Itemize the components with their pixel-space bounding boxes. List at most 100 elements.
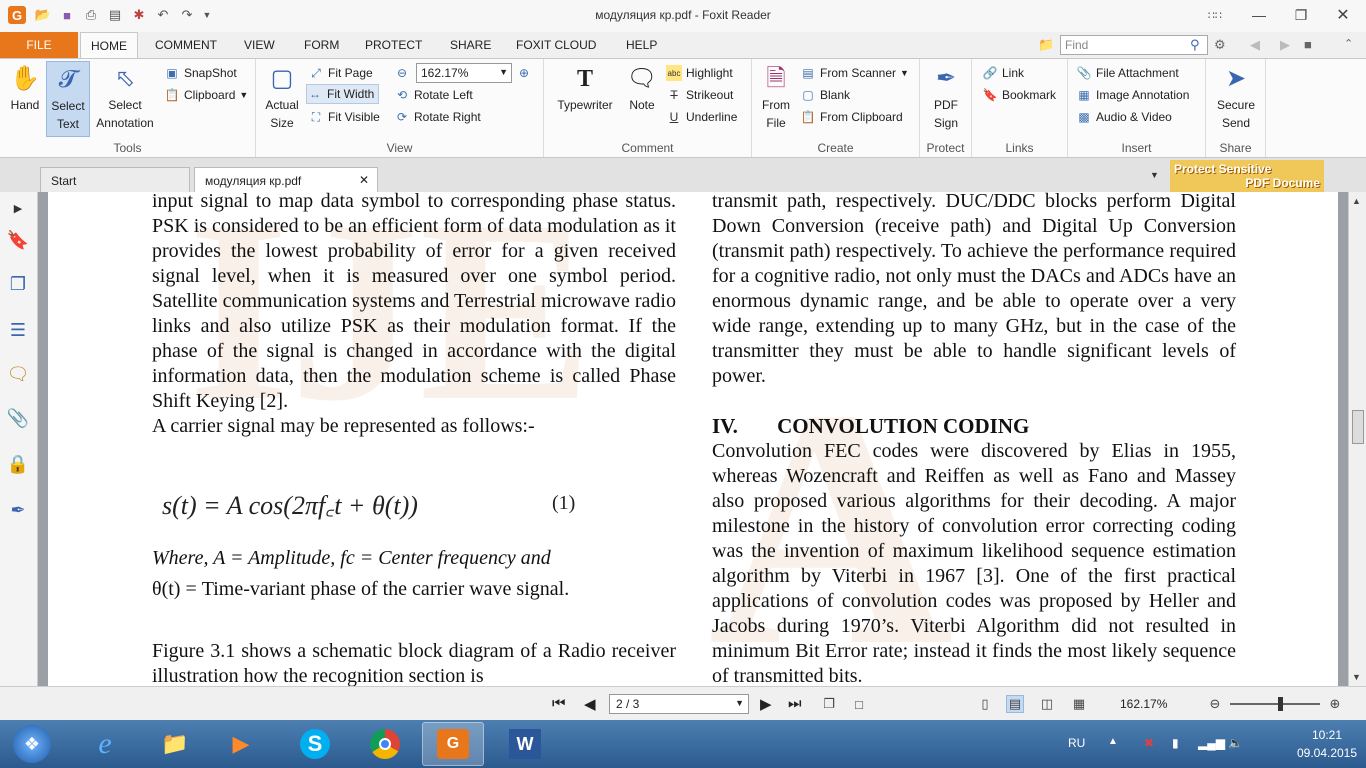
previous-view-icon[interactable]: ❐ (820, 695, 838, 713)
zoom-slider[interactable] (1230, 697, 1320, 711)
zoom-out-icon[interactable]: ⊖ (1206, 695, 1224, 713)
signature-icon[interactable]: ✒ (6, 498, 30, 522)
rotate-left-button[interactable]: ⟲ Rotate Left (394, 85, 473, 105)
collapse-ribbon-icon[interactable]: ⌃ (1344, 37, 1353, 50)
scroll-down-icon[interactable]: ▼ (1352, 672, 1361, 682)
search-icon[interactable]: ⚲ (1190, 37, 1200, 53)
tab-share[interactable]: SHARE (440, 32, 501, 58)
volume-icon[interactable]: 🔈 (1228, 736, 1243, 750)
zoom-out-button[interactable]: ⊖ (394, 63, 414, 83)
clock[interactable]: 10:21 09.04.2015 (1294, 726, 1360, 762)
vertical-scrollbar[interactable]: ▲ ▼ (1348, 192, 1366, 686)
secure-send-button[interactable]: ➤ Secure Send (1212, 61, 1260, 132)
user-icon[interactable]: ■ (1304, 37, 1312, 52)
blank-button[interactable]: ▢ Blank (800, 85, 850, 105)
select-text-button[interactable]: 𝓣 Select Text (46, 61, 90, 137)
next-result-icon[interactable]: ▶ (1280, 37, 1290, 53)
pdf-sign-button[interactable]: ✒ PDF Sign (926, 61, 966, 132)
tab-form[interactable]: FORM (294, 32, 349, 58)
skype-icon[interactable]: S (284, 722, 346, 766)
from-clipboard-button[interactable]: 📋 From Clipboard (800, 107, 903, 127)
document-viewport[interactable]: IJE A input signal to map data symbol to… (38, 192, 1348, 686)
continuous-page-icon[interactable]: ▤ (1006, 695, 1024, 713)
audio-video-button[interactable]: ▩ Audio & Video (1076, 107, 1172, 127)
next-page-icon[interactable]: ▶ (760, 695, 772, 713)
typewriter-button[interactable]: T Typewriter (550, 61, 620, 114)
zoom-in-button[interactable]: ⊕ (516, 63, 536, 83)
tab-comment[interactable]: COMMENT (145, 32, 227, 58)
zoom-slider-handle[interactable] (1278, 697, 1283, 711)
ribbon-display-icon[interactable]: ∷∷ (1202, 4, 1228, 26)
expand-panel-icon[interactable]: ▶ (6, 196, 30, 220)
chrome-icon[interactable] (354, 722, 416, 766)
hand-button[interactable]: ✋ Hand (6, 61, 44, 114)
link-button[interactable]: 🔗 Link (982, 63, 1025, 83)
zoom-select[interactable]: 162.17% ▼ (416, 63, 512, 83)
first-page-icon[interactable]: ⏮ (552, 695, 566, 712)
page-number-input[interactable]: 2 / 3 ▼ (609, 694, 749, 714)
fit-page-button[interactable]: ⤢ Fit Page (308, 63, 373, 83)
media-player-icon[interactable]: ▶ (210, 722, 272, 766)
facing-page-icon[interactable]: ◫ (1038, 695, 1056, 713)
start-button[interactable]: ❖ (4, 724, 60, 764)
image-annotation-button[interactable]: ▦ Image Annotation (1076, 85, 1189, 105)
ad-banner[interactable]: Protect Sensitive PDF Docume (1170, 160, 1324, 192)
scrollbar-thumb[interactable] (1352, 410, 1364, 444)
language-indicator[interactable]: RU (1068, 736, 1085, 750)
battery-icon[interactable]: ▮ (1172, 736, 1179, 750)
attachments-icon[interactable]: 📎 (6, 406, 30, 430)
from-scanner-button[interactable]: ▤ From Scanner ▼ (800, 63, 909, 83)
from-file-button[interactable]: 🗎 From File (758, 61, 794, 132)
minimize-button[interactable]: — (1246, 4, 1272, 26)
network-error-icon[interactable]: ✖ (1144, 736, 1154, 750)
prev-page-icon[interactable]: ◀ (584, 695, 596, 713)
prev-result-icon[interactable]: ◀ (1250, 37, 1260, 53)
file-attachment-button[interactable]: 📎 File Attachment (1076, 63, 1179, 83)
word-icon[interactable]: W (494, 722, 556, 766)
pages-icon[interactable]: ❐ (6, 272, 30, 296)
highlight-button[interactable]: abc Highlight (666, 63, 733, 83)
signal-icon[interactable]: ▂▄▆ (1198, 736, 1225, 750)
show-hidden-icons-icon[interactable]: ▲ (1108, 736, 1118, 747)
scroll-up-icon[interactable]: ▲ (1352, 196, 1361, 206)
gear-icon[interactable]: ⚙ (1214, 37, 1226, 53)
fit-visible-button[interactable]: ⛶ Fit Visible (308, 107, 380, 127)
bookmarks-icon[interactable]: 🔖 (6, 228, 30, 252)
snapshot-button[interactable]: ▣ SnapShot (164, 63, 236, 83)
comments-icon[interactable]: 🗨 (6, 362, 30, 386)
tab-home[interactable]: HOME (80, 32, 138, 58)
select-annotation-button[interactable]: ⬁ Select Annotation (92, 61, 158, 132)
rotate-right-button[interactable]: ⟳ Rotate Right (394, 107, 481, 127)
tab-list-dropdown-icon[interactable]: ▼ (1150, 170, 1159, 180)
actual-size-button[interactable]: ▢ Actual Size (262, 61, 302, 132)
bookmark-button[interactable]: 🔖 Bookmark (982, 85, 1057, 105)
file-tab[interactable]: FILE (0, 32, 78, 58)
pdf-page[interactable]: IJE A input signal to map data symbol to… (48, 192, 1338, 686)
restore-button[interactable]: ❐ (1288, 4, 1314, 26)
tab-document[interactable]: модуляция кр.pdf ✕ (194, 167, 378, 192)
tab-foxit-cloud[interactable]: FOXIT CLOUD (506, 32, 606, 58)
close-button[interactable]: ✕ (1330, 4, 1356, 26)
fit-width-button[interactable]: ↔ Fit Width (306, 84, 380, 104)
foxit-reader-taskbar-icon[interactable]: G (422, 722, 484, 766)
file-explorer-icon[interactable]: 📁 (144, 722, 206, 766)
last-page-icon[interactable]: ⏭ (788, 695, 802, 712)
zoom-in-icon[interactable]: ⊕ (1326, 695, 1344, 713)
lock-icon[interactable]: 🔒 (6, 452, 30, 476)
close-icon[interactable]: ✕ (359, 173, 369, 187)
tab-protect[interactable]: PROTECT (355, 32, 432, 58)
find-folder-icon[interactable]: 📁 (1038, 37, 1054, 53)
note-button[interactable]: 🗨 Note (622, 61, 662, 114)
layers-icon[interactable]: ☰ (6, 318, 30, 342)
tab-start[interactable]: Start (40, 167, 190, 192)
internet-explorer-icon[interactable]: e (74, 722, 136, 766)
find-input[interactable]: Find (1060, 35, 1208, 55)
strikeout-button[interactable]: T Strikeout (666, 85, 733, 105)
tab-view[interactable]: VIEW (234, 32, 285, 58)
continuous-facing-icon[interactable]: ▦ (1070, 695, 1088, 713)
single-page-icon[interactable]: ▯ (976, 695, 994, 713)
underline-button[interactable]: U Underline (666, 107, 738, 127)
next-view-icon[interactable]: □ (850, 695, 868, 713)
clipboard-button[interactable]: 📋 Clipboard ▼ (164, 85, 249, 105)
tab-help[interactable]: HELP (616, 32, 667, 58)
